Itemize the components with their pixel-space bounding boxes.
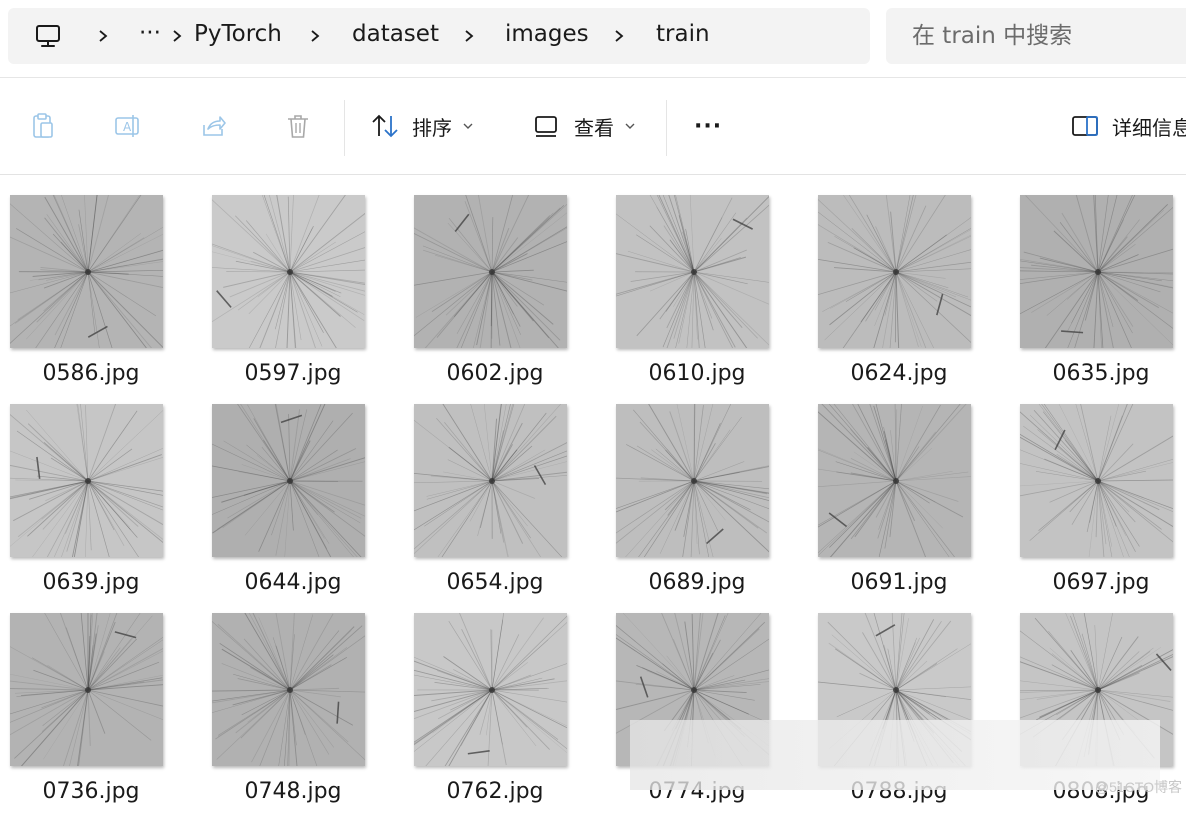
view-label: 查看 (574, 115, 614, 140)
chevron-right-icon[interactable] (462, 29, 476, 43)
blur-overlay (630, 720, 1160, 790)
file-item[interactable]: 0697.jpg (1010, 384, 1186, 595)
chevron-right-icon[interactable] (96, 29, 110, 43)
file-name: 0697.jpg (1052, 570, 1150, 595)
file-item[interactable]: 0610.jpg (606, 175, 788, 386)
view-icon (532, 111, 560, 141)
file-name: 0586.jpg (42, 361, 140, 386)
file-item[interactable]: 0644.jpg (202, 384, 384, 595)
sort-icon (370, 111, 402, 141)
file-thumbnail[interactable] (818, 404, 971, 557)
file-item[interactable]: 0602.jpg (404, 175, 586, 386)
file-name: 0644.jpg (244, 570, 342, 595)
file-name: 0602.jpg (446, 361, 544, 386)
file-thumbnail[interactable] (414, 404, 567, 557)
breadcrumb-ellipsis[interactable]: ··· (139, 20, 161, 46)
details-pane-button[interactable]: 详细信息 (1070, 108, 1186, 144)
paste-icon[interactable] (28, 111, 58, 141)
watermark: @51CTO博客 (1094, 779, 1182, 795)
view-button[interactable]: 查看 (532, 108, 636, 144)
more-icon: ··· (694, 113, 723, 139)
file-thumbnail[interactable] (1020, 404, 1173, 557)
file-name: 0691.jpg (850, 570, 948, 595)
chevron-down-icon (625, 123, 635, 129)
file-item[interactable]: 0762.jpg (404, 593, 586, 804)
search-input[interactable] (910, 22, 1186, 50)
file-item[interactable]: 0639.jpg (0, 384, 182, 595)
delete-icon[interactable] (283, 111, 313, 141)
breadcrumb-item-dataset[interactable]: dataset (352, 21, 439, 47)
sort-label: 排序 (412, 115, 452, 140)
file-name: 0624.jpg (850, 361, 948, 386)
svg-text:A: A (123, 120, 132, 134)
file-item[interactable]: 0597.jpg (202, 175, 384, 386)
file-thumbnail[interactable] (10, 613, 163, 766)
breadcrumb[interactable]: ··· PyTorch dataset images train (8, 8, 870, 64)
breadcrumb-item-pytorch[interactable]: PyTorch (194, 21, 282, 47)
file-thumbnail[interactable] (414, 613, 567, 766)
chevron-right-icon[interactable] (308, 29, 322, 43)
search-box[interactable] (886, 8, 1186, 64)
breadcrumb-item-train[interactable]: train (656, 21, 710, 47)
chevron-right-icon[interactable] (612, 29, 626, 43)
file-item[interactable]: 0624.jpg (808, 175, 990, 386)
file-item[interactable]: 0736.jpg (0, 593, 182, 804)
toolbar-divider (666, 100, 667, 156)
file-thumbnail[interactable] (1020, 195, 1173, 348)
file-thumbnail[interactable] (616, 404, 769, 557)
chevron-right-icon[interactable] (170, 29, 184, 43)
rename-icon[interactable]: A (112, 111, 142, 141)
file-item[interactable]: 0689.jpg (606, 384, 788, 595)
toolbar-divider (344, 100, 345, 156)
file-item[interactable]: 0691.jpg (808, 384, 990, 595)
file-thumbnail[interactable] (10, 404, 163, 557)
address-bar: ··· PyTorch dataset images train (0, 0, 1186, 78)
sort-button[interactable]: 排序 (370, 108, 474, 144)
file-name: 0635.jpg (1052, 361, 1150, 386)
file-thumbnail[interactable] (818, 195, 971, 348)
file-item[interactable]: 0586.jpg (0, 175, 182, 386)
command-bar: A 排序 查看 ··· 详细信息 (0, 78, 1186, 174)
file-thumbnail[interactable] (10, 195, 163, 348)
file-thumbnail[interactable] (212, 613, 365, 766)
file-thumbnail[interactable] (212, 195, 365, 348)
details-pane-icon (1070, 111, 1100, 141)
file-item[interactable]: 0635.jpg (1010, 175, 1186, 386)
breadcrumb-item-images[interactable]: images (505, 21, 589, 47)
file-thumbnail[interactable] (212, 404, 365, 557)
more-options-button[interactable]: ··· (694, 108, 722, 144)
file-item[interactable]: 0654.jpg (404, 384, 586, 595)
file-name: 0639.jpg (42, 570, 140, 595)
file-name: 0654.jpg (446, 570, 544, 595)
file-name: 0610.jpg (648, 361, 746, 386)
computer-icon[interactable] (33, 21, 63, 51)
details-label: 详细信息 (1112, 115, 1186, 140)
file-thumbnail[interactable] (616, 195, 769, 348)
share-icon[interactable] (198, 111, 228, 141)
file-name: 0597.jpg (244, 361, 342, 386)
file-name: 0736.jpg (42, 779, 140, 804)
chevron-down-icon (463, 123, 473, 129)
file-name: 0748.jpg (244, 779, 342, 804)
file-name: 0689.jpg (648, 570, 746, 595)
file-item[interactable]: 0748.jpg (202, 593, 384, 804)
file-name: 0762.jpg (446, 779, 544, 804)
file-thumbnail[interactable] (414, 195, 567, 348)
